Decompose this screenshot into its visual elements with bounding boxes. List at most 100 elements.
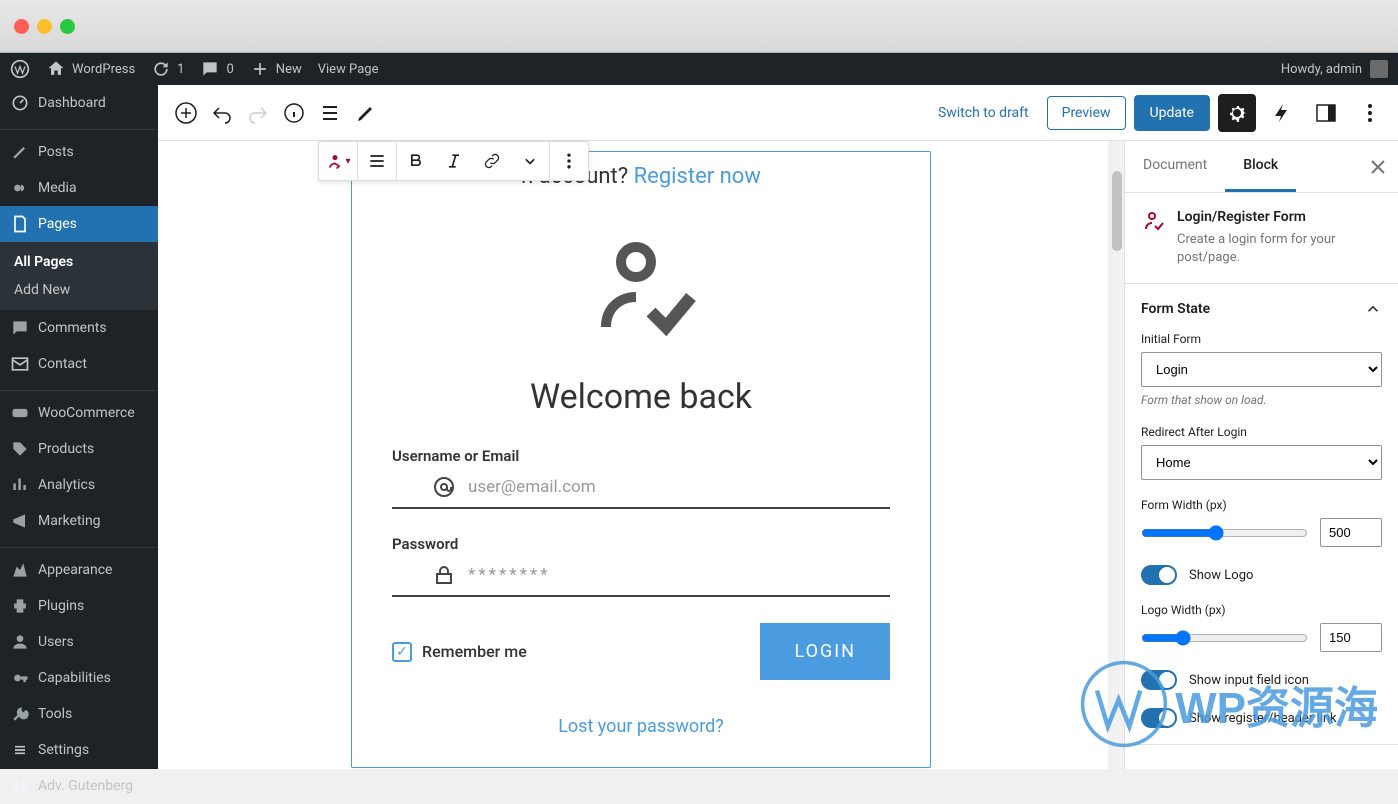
mac-minimize-dot[interactable] [37, 19, 52, 34]
menu-pages[interactable]: Pages [0, 206, 158, 242]
welcome-heading: Welcome back [352, 377, 930, 417]
login-register-block[interactable]: n account? Register now Welcome back Use… [351, 151, 931, 768]
italic-button[interactable] [435, 142, 473, 180]
editor-top-toolbar: Switch to draft Preview Update [158, 85, 1398, 141]
menu-users[interactable]: Users [0, 624, 158, 660]
tab-block[interactable]: Block [1225, 141, 1296, 192]
update-button[interactable]: Update [1134, 95, 1210, 131]
redo-button[interactable] [240, 95, 276, 131]
remember-checkbox[interactable]: ✓ [392, 642, 412, 662]
menu-tools[interactable]: Tools [0, 696, 158, 732]
menu-plugins[interactable]: Plugins [0, 588, 158, 624]
submenu-all-pages[interactable]: All Pages [0, 248, 158, 276]
menu-analytics[interactable]: Analytics [0, 467, 158, 503]
admin-site-link[interactable]: WordPress [46, 59, 135, 79]
admin-new-label: New [276, 62, 302, 77]
form-width-input[interactable] [1320, 518, 1382, 547]
menu-capabilities-label: Capabilities [38, 670, 111, 686]
preview-button[interactable]: Preview [1047, 96, 1126, 130]
tab-document[interactable]: Document [1125, 141, 1225, 192]
menu-dashboard[interactable]: Dashboard [0, 85, 158, 121]
admin-comments-count: 0 [226, 62, 233, 77]
sidebar-toggle-icon[interactable] [1308, 95, 1344, 131]
edit-button[interactable] [348, 95, 384, 131]
menu-media[interactable]: Media [0, 170, 158, 206]
menu-woocommerce[interactable]: WooCommerce [0, 395, 158, 431]
menu-contact-label: Contact [38, 356, 87, 372]
show-register-link-toggle[interactable] [1141, 708, 1177, 728]
password-field[interactable]: ******** [392, 563, 890, 597]
add-block-button[interactable] [168, 95, 204, 131]
menu-products[interactable]: Products [0, 431, 158, 467]
info-button[interactable] [276, 95, 312, 131]
outline-button[interactable] [312, 95, 348, 131]
menu-pages-label: Pages [38, 216, 77, 232]
admin-comments[interactable]: 0 [200, 59, 233, 79]
logo-width-label: Logo Width (px) [1141, 603, 1382, 617]
admin-updates[interactable]: 1 [151, 59, 184, 79]
redirect-select[interactable]: Home [1141, 445, 1382, 480]
jetpack-icon[interactable] [1264, 95, 1300, 131]
menu-adv-gutenberg-label: Adv. Gutenberg [38, 778, 133, 794]
admin-wp-logo[interactable] [10, 59, 30, 79]
menu-marketing[interactable]: Marketing [0, 503, 158, 539]
submenu-add-new[interactable]: Add New [0, 276, 158, 304]
admin-site-name: WordPress [72, 62, 135, 77]
admin-howdy[interactable]: Howdy, admin [1281, 62, 1362, 77]
admin-view-page[interactable]: View Page [318, 62, 379, 77]
username-field[interactable]: user@email.com [392, 475, 890, 509]
inspector-tabs: Document Block [1125, 141, 1398, 193]
block-more-button[interactable] [550, 142, 588, 180]
menu-appearance[interactable]: Appearance [0, 552, 158, 588]
initial-form-help: Form that show on load. [1141, 393, 1382, 407]
menu-dashboard-label: Dashboard [38, 95, 106, 111]
menu-capabilities[interactable]: Capabilities [0, 660, 158, 696]
at-icon [432, 475, 456, 499]
block-type-icon[interactable]: ▾ [319, 142, 357, 180]
menu-settings[interactable]: Settings [0, 732, 158, 768]
logo-width-input[interactable] [1320, 623, 1382, 652]
editor-canvas[interactable]: n account? Register now Welcome back Use… [158, 141, 1124, 769]
admin-new[interactable]: New [250, 59, 302, 79]
remember-me-row[interactable]: ✓ Remember me [392, 642, 527, 662]
block-icon [1141, 209, 1165, 233]
menu-comments-label: Comments [38, 320, 107, 336]
initial-form-select[interactable]: Login [1141, 352, 1382, 387]
settings-toggle-button[interactable] [1218, 94, 1256, 132]
panel-form-state-label: Form State [1141, 301, 1210, 317]
show-input-icon-toggle[interactable] [1141, 670, 1177, 690]
block-toolbar: ▾ [318, 141, 589, 181]
menu-posts[interactable]: Posts [0, 134, 158, 170]
menu-adv-gutenberg[interactable]: Adv. Gutenberg [0, 768, 158, 804]
align-button[interactable] [358, 142, 396, 180]
dropdown-more-formatting[interactable] [511, 142, 549, 180]
menu-contact[interactable]: Contact [0, 346, 158, 382]
form-logo [352, 197, 930, 357]
link-button[interactable] [473, 142, 511, 180]
menu-plugins-label: Plugins [38, 598, 84, 614]
menu-posts-label: Posts [38, 144, 74, 160]
mac-zoom-dot[interactable] [60, 19, 75, 34]
admin-avatar[interactable] [1370, 60, 1388, 78]
menu-media-label: Media [38, 180, 77, 196]
canvas-scrollbar[interactable] [1108, 141, 1124, 769]
show-logo-toggle[interactable] [1141, 565, 1177, 585]
undo-button[interactable] [204, 95, 240, 131]
form-width-slider[interactable] [1141, 525, 1308, 541]
form-width-label: Form Width (px) [1141, 498, 1382, 512]
panel-form-state-toggle[interactable]: Form State [1141, 300, 1382, 318]
password-label: Password [352, 535, 930, 553]
inspector-close-button[interactable] [1366, 155, 1390, 179]
bold-button[interactable] [397, 142, 435, 180]
login-button[interactable]: LOGIN [760, 623, 890, 680]
remember-label: Remember me [422, 642, 527, 661]
mac-close-dot[interactable] [14, 19, 29, 34]
lost-password-link[interactable]: Lost your password? [352, 716, 930, 737]
switch-to-draft-button[interactable]: Switch to draft [928, 99, 1039, 127]
logo-width-slider[interactable] [1141, 630, 1308, 646]
menu-tools-label: Tools [38, 706, 72, 722]
menu-comments[interactable]: Comments [0, 310, 158, 346]
admin-view-page-label: View Page [318, 62, 379, 77]
more-menu-button[interactable] [1352, 95, 1388, 131]
register-now-link[interactable]: Register now [634, 164, 761, 189]
